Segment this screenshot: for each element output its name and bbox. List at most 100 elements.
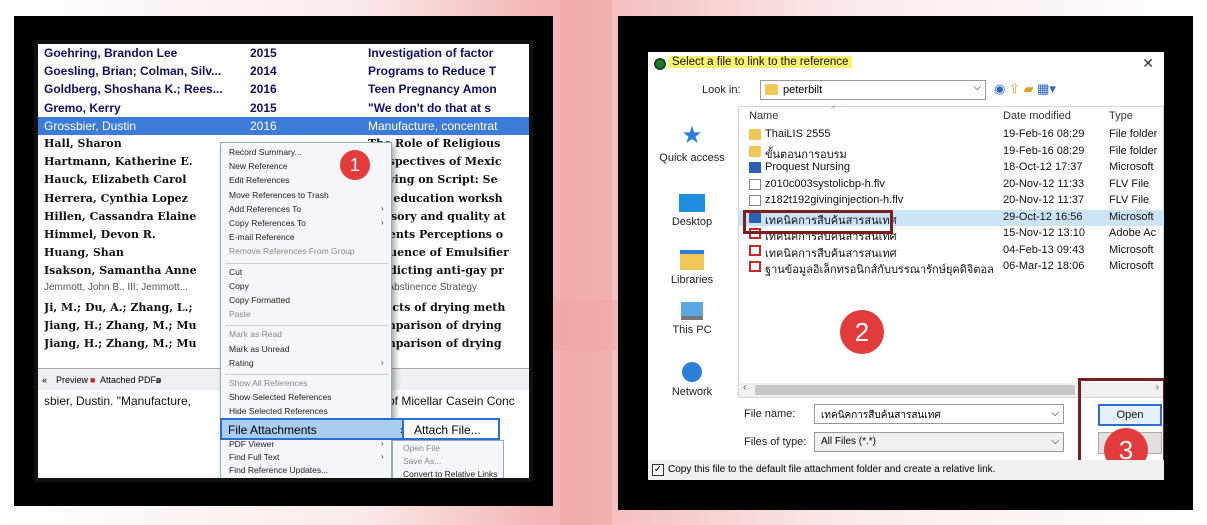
folder-icon bbox=[765, 84, 778, 95]
menu-item[interactable]: Add References To bbox=[229, 204, 301, 214]
menu-item[interactable]: New Reference bbox=[229, 161, 288, 171]
reference-title: Influence of Emulsifier bbox=[368, 246, 509, 260]
close-icon[interactable]: ✕ bbox=[1142, 55, 1154, 72]
reference-author: Hillen, Cassandra Elaine bbox=[44, 209, 197, 223]
menu-item[interactable]: Hide Selected References bbox=[229, 406, 328, 416]
file-type: Adobe Ac bbox=[1109, 227, 1157, 239]
libraries-icon bbox=[680, 250, 704, 270]
place-network[interactable]: Network bbox=[648, 362, 736, 398]
reference-row[interactable]: Grossbier, Dustin 2016 Manufacture, concen… bbox=[38, 116, 529, 135]
submenu-item[interactable]: Open File bbox=[403, 443, 440, 453]
reference-author: Huang, Shan bbox=[44, 246, 124, 260]
file-name-value: เทคนิคการสืบค้นสารสนเทศ bbox=[821, 410, 941, 421]
step-badge-2: 2 bbox=[840, 310, 884, 354]
dialog-title-bar: Select a file to link to the reference ✕ bbox=[648, 52, 1164, 76]
scroll-thumb[interactable] bbox=[755, 385, 1075, 395]
reference-title: Comparison of drying bbox=[368, 318, 502, 332]
reference-row[interactable]: Goldberg, Shoshana K.; Rees... 2016 Teen P… bbox=[38, 80, 529, 98]
menu-item[interactable]: Mark as Unread bbox=[229, 344, 289, 354]
menu-item[interactable]: Copy References To bbox=[229, 218, 306, 228]
file-date: 20-Nov-12 11:37 bbox=[1003, 194, 1085, 206]
paperclip-icon[interactable]: ⌀ bbox=[156, 375, 161, 386]
up-folder-icon[interactable]: ⇧ bbox=[1009, 81, 1020, 96]
reference-year: 2015 bbox=[250, 100, 277, 115]
menu-item[interactable]: Show All References bbox=[229, 378, 307, 388]
file-list[interactable]: ^ Name Date modified Type ThaiLIS 2555 19… bbox=[738, 104, 1164, 398]
file-name: z010c003systolicbp-h.flv bbox=[765, 177, 885, 190]
tab-preview[interactable]: Preview bbox=[56, 375, 88, 385]
file-row[interactable]: z182t192givinginjection-h.flv 20-Nov-12 1… bbox=[739, 193, 1164, 209]
endnote-window: Goehring, Brandon Lee 2015 Investigation o… bbox=[34, 40, 533, 482]
place-this-pc[interactable]: This PC bbox=[648, 302, 736, 336]
file-row[interactable]: Proquest Nursing 18-Oct-12 17:37 Microsoft bbox=[739, 160, 1164, 176]
file-date: 19-Feb-16 08:29 bbox=[1003, 144, 1085, 157]
endnote-app-icon bbox=[654, 58, 666, 70]
menu-item[interactable]: Remove References From Group bbox=[229, 246, 355, 256]
column-type[interactable]: Type bbox=[1109, 110, 1133, 122]
reference-row[interactable]: Goesling, Brian; Colman, Silv... 2014 Prog… bbox=[38, 62, 529, 80]
reference-author: Jiang, H.; Zhang, M.; Mu bbox=[44, 337, 197, 350]
reference-year: 2014 bbox=[250, 64, 277, 79]
word-file-icon bbox=[749, 162, 761, 173]
file-row[interactable]: ขั้นตอนการอบรม 19-Feb-16 08:29 File folder bbox=[739, 144, 1164, 161]
toolbar-icons[interactable]: ◉ ⇧ ▰ ▦▾ bbox=[994, 81, 1056, 97]
reference-title: Predicting anti-gay pr bbox=[368, 264, 504, 278]
chevron-down-icon[interactable]: ⌵ bbox=[1051, 408, 1059, 419]
submenu-item[interactable]: Convert to Relative Links bbox=[403, 469, 498, 478]
scroll-left-icon[interactable]: ‹ bbox=[743, 382, 746, 393]
file-row[interactable]: ThaiLIS 2555 19-Feb-16 08:29 File folder bbox=[739, 127, 1164, 143]
reference-author: Hartmann, Katherine E. bbox=[44, 155, 193, 169]
menu-item[interactable]: Copy Formatted bbox=[229, 295, 290, 305]
column-name[interactable]: Name bbox=[749, 110, 778, 122]
place-desktop[interactable]: Desktop bbox=[648, 194, 736, 228]
file-date: 29-Oct-12 16:56 bbox=[1003, 210, 1083, 223]
tab-arrow-icon: « bbox=[42, 375, 48, 385]
tab-attached-pdfs[interactable]: Attached PDFs bbox=[100, 375, 161, 385]
file-row[interactable]: z010c003systolicbp-h.flv 20-Nov-12 11:33 F… bbox=[739, 177, 1164, 193]
menu-item[interactable]: Cut bbox=[229, 267, 242, 277]
menu-item[interactable]: Mark as Read bbox=[229, 329, 282, 339]
file-dialog-screenshot-frame: Select a file to link to the reference ✕… bbox=[618, 16, 1193, 510]
view-menu-icon[interactable]: ▦▾ bbox=[1037, 81, 1056, 96]
file-type: Microsoft bbox=[1109, 260, 1154, 272]
place-label: Libraries bbox=[670, 274, 714, 286]
menu-item[interactable]: Rating bbox=[229, 358, 254, 368]
folder-file-icon bbox=[749, 129, 761, 140]
file-row[interactable]: เทคนิคการสืบค้นสารสนเทศ 04-Feb-13 09:43 Mi… bbox=[739, 243, 1164, 260]
menu-item[interactable]: Find Reference Updates... bbox=[229, 465, 328, 475]
reference-title: Programs to Reduce T bbox=[368, 64, 497, 79]
menu-item[interactable]: Copy bbox=[229, 281, 249, 291]
reference-author: Goldberg, Shoshana K.; Rees... bbox=[44, 82, 223, 97]
submenu-arrow-icon: › bbox=[381, 439, 384, 448]
menu-item[interactable]: E-mail Reference bbox=[229, 232, 295, 242]
submenu-item[interactable]: Save As... bbox=[403, 456, 441, 466]
menu-item[interactable]: PDF Viewer bbox=[229, 439, 274, 449]
column-date-modified[interactable]: Date modified bbox=[1003, 110, 1071, 122]
chevron-down-icon[interactable]: ⌵ bbox=[1051, 436, 1059, 447]
menu-separator bbox=[225, 374, 389, 375]
menu-item[interactable]: Paste bbox=[229, 309, 251, 319]
reference-title: Effects of drying meth bbox=[368, 300, 506, 314]
file-name-input[interactable]: เทคนิคการสืบค้นสารสนเทศ ⌵ bbox=[814, 404, 1064, 424]
menu-item[interactable]: Move References to Trash bbox=[229, 190, 329, 200]
back-icon[interactable]: ◉ bbox=[994, 81, 1005, 96]
file-row[interactable]: ฐานข้อมูลอิเล็กทรอนิกส์กับบรรณารักษ์ยุคด… bbox=[739, 259, 1164, 276]
menu-item[interactable]: URL bbox=[229, 478, 246, 482]
place-label: Desktop bbox=[671, 216, 713, 228]
menu-item[interactable]: Find Full Text bbox=[229, 452, 279, 462]
reference-row[interactable]: Gremo, Kerry 2015 "We don't do that at s bbox=[38, 99, 529, 117]
file-type-select[interactable]: All Files (*.*) ⌵ bbox=[814, 432, 1064, 452]
new-folder-icon[interactable]: ▰ bbox=[1024, 81, 1034, 96]
menu-item[interactable]: Show Selected References bbox=[229, 392, 332, 402]
menu-item[interactable]: Record Summary... bbox=[229, 147, 302, 157]
reference-row[interactable]: Goehring, Brandon Lee 2015 Investigation o… bbox=[38, 44, 529, 62]
file-type: Microsoft bbox=[1109, 243, 1154, 256]
reference-title: Investigation of factor bbox=[368, 46, 494, 60]
submenu-arrow-icon: › bbox=[381, 357, 384, 367]
menu-item[interactable]: Edit References bbox=[229, 175, 289, 185]
place-quick-access[interactable]: ★ Quick access bbox=[648, 124, 736, 165]
copy-checkbox[interactable]: ✓ bbox=[652, 464, 664, 476]
menu-item-attach-file[interactable]: Attach File... bbox=[402, 418, 500, 440]
place-libraries[interactable]: Libraries bbox=[648, 250, 736, 286]
look-in-dropdown[interactable]: peterbilt ⌵ bbox=[760, 80, 986, 100]
